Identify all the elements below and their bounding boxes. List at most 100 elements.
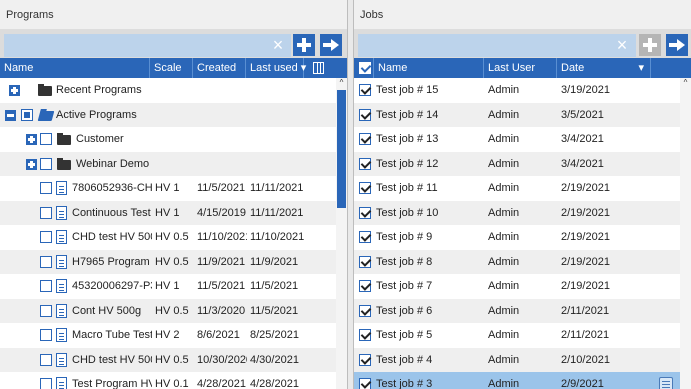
program-checkbox[interactable]: [40, 255, 52, 268]
job-user: Admin: [488, 133, 520, 145]
column-chooser-icon[interactable]: [313, 62, 324, 74]
job-row[interactable]: Test job # 12 Admin 3/4/2021: [354, 151, 691, 176]
col-lastused-header[interactable]: Last used ▾: [246, 58, 306, 78]
job-name: Test job # 11: [376, 182, 438, 194]
add-job-button[interactable]: [639, 34, 661, 56]
job-date: 2/19/2021: [561, 206, 610, 219]
program-last-used: 11/11/2021: [250, 182, 304, 194]
job-row[interactable]: Test job # 13 Admin 3/4/2021: [354, 127, 691, 152]
tree-group-recent[interactable]: Recent Programs: [0, 78, 347, 103]
program-checkbox[interactable]: [40, 182, 52, 194]
jobs-toolbar: ×: [354, 30, 691, 58]
scroll-up-icon[interactable]: ^: [680, 78, 691, 88]
programs-search-input[interactable]: [4, 34, 291, 57]
program-row[interactable]: CHD test HV 500gHV 0.5 10/30/20204/30/202…: [0, 347, 347, 372]
group-label: Recent Programs: [56, 84, 142, 96]
col-jobname-header[interactable]: Name: [374, 58, 484, 78]
program-row[interactable]: Continuous Test HHV 1 4/15/2019 11/11/2021: [0, 200, 347, 225]
job-checkbox[interactable]: [359, 182, 371, 194]
job-checkbox[interactable]: [359, 108, 371, 121]
run-job-button[interactable]: [666, 34, 688, 56]
col-date-header[interactable]: Date ▾: [557, 58, 651, 78]
job-row[interactable]: Test job # 15 Admin 3/19/2021: [354, 78, 691, 103]
expand-icon[interactable]: [26, 134, 37, 145]
job-name: Test job # 13: [376, 133, 439, 145]
job-row[interactable]: Test job # 9 Admin 2/19/2021: [354, 225, 691, 250]
program-checkbox[interactable]: [40, 378, 52, 389]
job-checkbox[interactable]: [359, 84, 371, 96]
program-created: 11/10/2021: [197, 231, 247, 243]
job-checkbox[interactable]: [359, 231, 371, 243]
program-row[interactable]: 45320006297-P3 HV 1 11/5/2021 11/5/2021: [0, 274, 347, 299]
program-checkbox[interactable]: [40, 353, 52, 366]
job-name: Test job # 3: [376, 378, 433, 389]
program-name: 7806052936-CHD: [72, 182, 152, 194]
expand-icon[interactable]: [9, 85, 20, 96]
program-scale: HV 0.1: [155, 378, 189, 389]
group-checkbox[interactable]: [21, 108, 33, 121]
job-name: Test job # 4: [376, 353, 433, 366]
move-to-jobs-button[interactable]: [320, 34, 342, 56]
clear-icon[interactable]: ×: [268, 34, 288, 57]
group-checkbox[interactable]: [40, 157, 52, 170]
program-name: Cont HV 500g: [72, 304, 142, 317]
jobs-search-input[interactable]: [358, 34, 636, 57]
program-checkbox[interactable]: [40, 206, 52, 219]
tree-group-webinar[interactable]: Webinar Demo: [0, 151, 347, 176]
add-program-button[interactable]: [293, 34, 315, 56]
job-row[interactable]: Test job # 7 Admin 2/19/2021: [354, 274, 691, 299]
job-row[interactable]: Test job # 14 Admin 3/5/2021: [354, 102, 691, 127]
col-created-header[interactable]: Created: [193, 58, 246, 78]
programs-toolbar: ×: [0, 30, 347, 58]
scroll-thumb[interactable]: [337, 90, 346, 208]
jobs-scrollbar[interactable]: ^: [680, 78, 691, 389]
program-checkbox[interactable]: [40, 329, 52, 341]
tree-group-customer[interactable]: Customer: [0, 127, 347, 152]
job-row[interactable]: Test job # 4 Admin 2/10/2021: [354, 347, 691, 372]
job-user: Admin: [488, 378, 520, 389]
select-all-checkbox[interactable]: [359, 62, 371, 74]
job-checkbox[interactable]: [359, 329, 371, 341]
expand-icon[interactable]: [26, 158, 37, 170]
job-row[interactable]: Test job # 8 Admin 2/19/2021: [354, 249, 691, 274]
job-date: 2/19/2021: [561, 231, 610, 243]
program-row[interactable]: Test Program HV0HV 0.1 4/28/2021 4/28/2021: [0, 372, 347, 389]
select-all-header[interactable]: [354, 58, 374, 78]
notes-icon[interactable]: [659, 377, 673, 389]
job-row[interactable]: Test job # 5 Admin 2/11/2021: [354, 323, 691, 348]
job-checkbox[interactable]: [359, 255, 371, 268]
program-row[interactable]: 7806052936-CHD HV 1 11/5/2021 11/11/2021: [0, 176, 347, 201]
job-checkbox[interactable]: [359, 206, 371, 219]
program-checkbox[interactable]: [40, 280, 52, 292]
document-icon: [56, 279, 67, 293]
program-last-used: 11/5/2021: [250, 304, 299, 317]
scroll-up-icon[interactable]: ^: [336, 78, 347, 88]
document-icon: [56, 205, 67, 220]
jobs-panel: Jobs × Name Last User Date ▾ Test job # …: [353, 0, 691, 389]
group-checkbox[interactable]: [40, 133, 52, 145]
job-checkbox[interactable]: [359, 304, 371, 317]
job-checkbox[interactable]: [359, 280, 371, 292]
col-scale-header[interactable]: Scale: [150, 58, 193, 78]
job-checkbox[interactable]: [359, 157, 371, 170]
collapse-icon[interactable]: [5, 109, 16, 121]
job-checkbox[interactable]: [359, 353, 371, 366]
program-checkbox[interactable]: [40, 304, 52, 317]
document-icon: [56, 328, 67, 342]
job-row[interactable]: Test job # 11 Admin 2/19/2021: [354, 176, 691, 201]
programs-scrollbar[interactable]: ^: [336, 78, 347, 389]
program-row[interactable]: H7965 Program HV 0.5 11/9/2021 11/9/2021: [0, 249, 347, 274]
clear-icon[interactable]: ×: [612, 34, 632, 57]
tree-group-active[interactable]: Active Programs: [0, 102, 347, 127]
program-checkbox[interactable]: [40, 231, 52, 243]
job-row[interactable]: Test job # 6 Admin 2/11/2021: [354, 298, 691, 323]
job-row[interactable]: Test job # 10 Admin 2/19/2021: [354, 200, 691, 225]
job-checkbox[interactable]: [359, 133, 371, 145]
col-name-header[interactable]: Name: [0, 58, 150, 78]
program-row[interactable]: Macro Tube TestinHV 2 8/6/2021 8/25/2021: [0, 323, 347, 348]
col-lastuser-header[interactable]: Last User: [484, 58, 557, 78]
job-checkbox[interactable]: [359, 378, 371, 389]
program-row[interactable]: CHD test HV 500gHV 0.5 11/10/202111/10/20…: [0, 225, 347, 250]
program-row[interactable]: Cont HV 500g HV 0.5 11/3/2020 11/5/2021: [0, 298, 347, 323]
job-row[interactable]: Test job # 3 Admin 2/9/2021: [354, 372, 691, 389]
